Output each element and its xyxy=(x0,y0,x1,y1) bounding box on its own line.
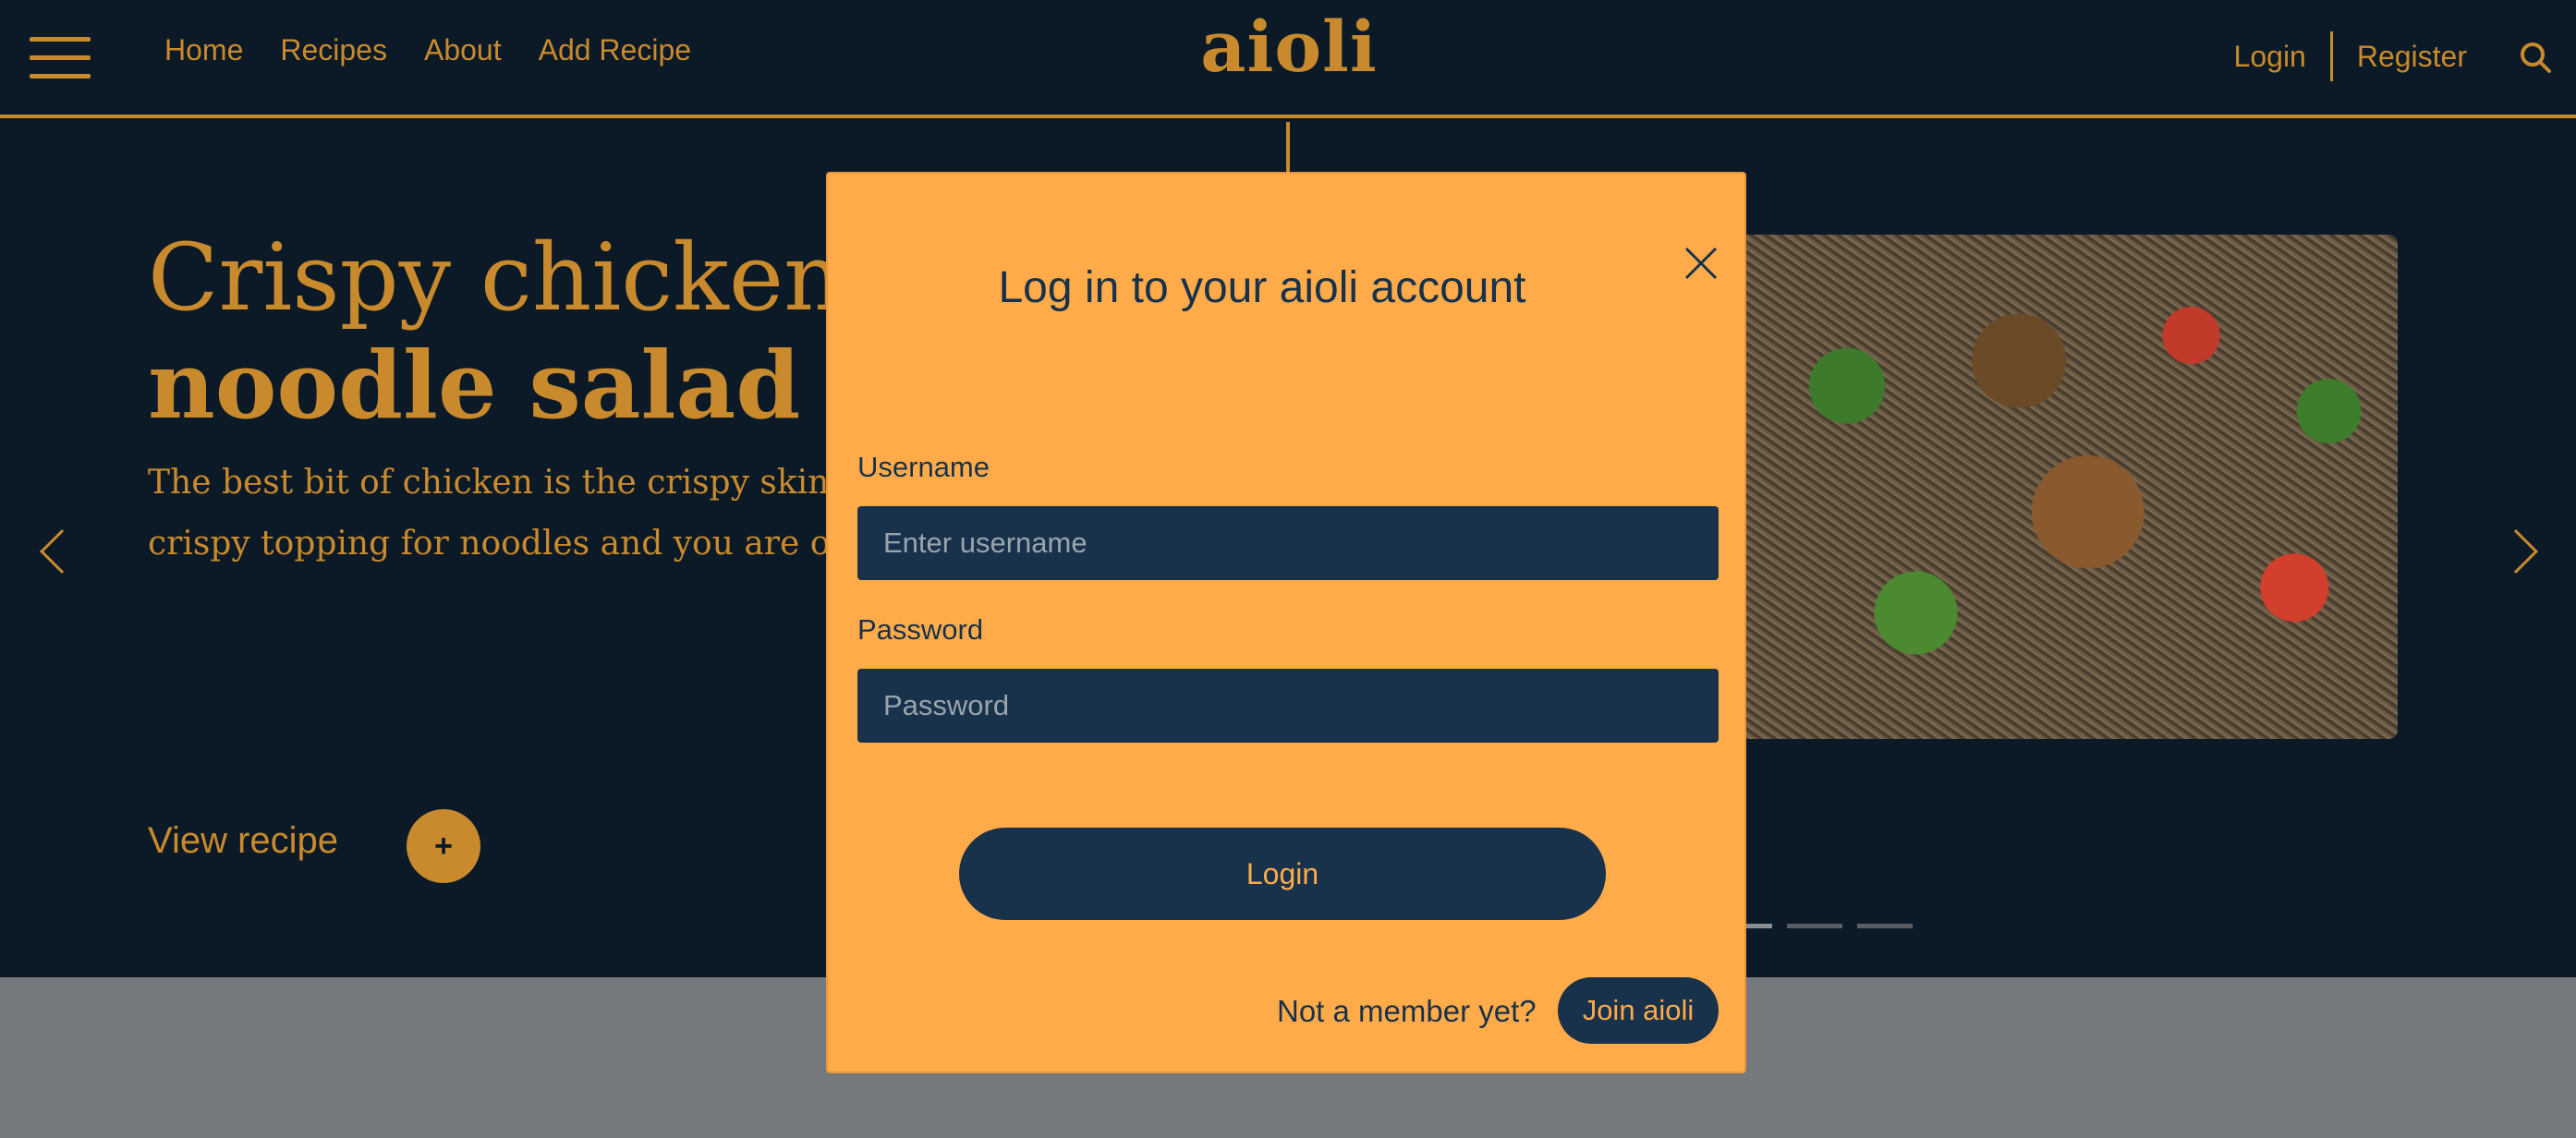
carousel-indicator-3[interactable] xyxy=(1857,924,1913,928)
hamburger-menu-icon[interactable] xyxy=(30,37,91,79)
top-navbar: Home Recipes About Add Recipe aioli Logi… xyxy=(0,0,2576,118)
login-button[interactable]: Login xyxy=(959,828,1606,920)
nav-about-link[interactable]: About xyxy=(424,33,502,67)
site-logo[interactable]: aioli xyxy=(1192,6,1386,88)
join-button[interactable]: Join aioli xyxy=(1558,977,1719,1044)
main-nav: Home Recipes About Add Recipe xyxy=(164,33,691,67)
login-modal: Log in to your aioli account Username Pa… xyxy=(826,172,1746,1073)
hero-title-line2: noodle salad xyxy=(148,331,801,440)
not-member-text: Not a member yet? xyxy=(1277,994,1537,1028)
carousel-prev-icon[interactable] xyxy=(39,528,85,575)
view-recipe-link[interactable]: View recipe xyxy=(148,820,338,862)
nav-login-link[interactable]: Login xyxy=(2234,40,2306,74)
nav-register-link[interactable]: Register xyxy=(2357,40,2467,74)
username-input[interactable] xyxy=(857,506,1719,580)
password-input[interactable] xyxy=(857,669,1719,743)
add-recipe-plus-button[interactable]: + xyxy=(407,809,480,883)
carousel-next-icon[interactable] xyxy=(2493,528,2539,575)
modal-title: Log in to your aioli account xyxy=(998,263,1526,312)
search-icon[interactable] xyxy=(2519,41,2552,74)
nav-home-link[interactable]: Home xyxy=(164,33,243,67)
password-label: Password xyxy=(857,613,984,646)
username-label: Username xyxy=(857,451,990,483)
nav-recipes-link[interactable]: Recipes xyxy=(280,33,387,67)
carousel-indicator-2[interactable] xyxy=(1787,924,1842,928)
recipe-photo[interactable] xyxy=(1709,235,2398,739)
auth-links: Login Register xyxy=(2234,31,2467,81)
auth-divider xyxy=(2329,31,2333,81)
hero-divider-line xyxy=(1286,122,1290,174)
nav-add-recipe-link[interactable]: Add Recipe xyxy=(539,33,691,67)
